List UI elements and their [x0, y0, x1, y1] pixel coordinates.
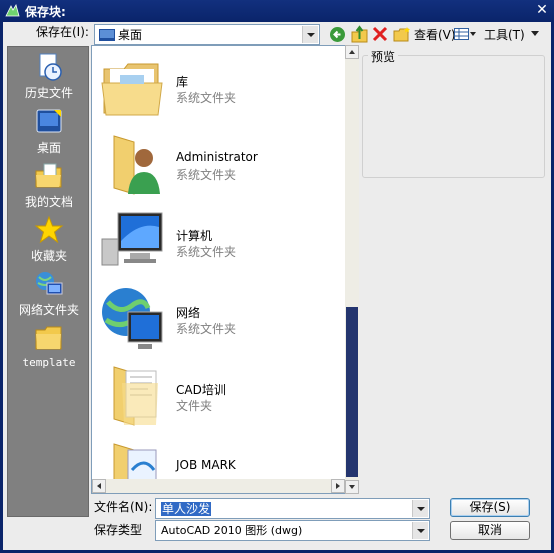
- view-grid-icon[interactable]: [454, 28, 476, 40]
- window-title: 保存块:: [25, 5, 66, 19]
- computer-icon: [101, 212, 163, 266]
- view-label: 查看(V): [414, 28, 456, 42]
- dialog-client: 保存在(I): 桌面 查看(V) 工具(T) 历史文件 桌面 我的文档 收藏夹 …: [3, 22, 551, 550]
- place-label-my-documents: 我的文档: [24, 195, 73, 209]
- tools-label: 工具(T): [484, 28, 525, 42]
- place-history[interactable]: 历史文件: [8, 52, 90, 102]
- new-folder-icon[interactable]: [393, 26, 411, 42]
- title-bar: 保存块: ✕: [0, 0, 554, 22]
- my-documents-icon: [35, 163, 62, 188]
- file-name: Administrator: [176, 150, 258, 164]
- list-item[interactable]: 网络 系统文件夹: [92, 282, 344, 359]
- folder-icon: [113, 366, 158, 426]
- scroll-down-icon[interactable]: [345, 480, 359, 494]
- places-bar: 历史文件 桌面 我的文档 收藏夹 网络文件夹 template: [7, 46, 89, 517]
- filetype-dropdown[interactable]: AutoCAD 2010 图形 (dwg): [155, 520, 430, 541]
- place-label-history: 历史文件: [24, 86, 73, 100]
- list-item[interactable]: Administrator 系统文件夹: [92, 128, 344, 205]
- filename-value: 单人沙发: [161, 502, 212, 516]
- chevron-down-icon[interactable]: [302, 26, 318, 43]
- tools-chevron-down-icon[interactable]: [531, 31, 539, 36]
- history-icon: [39, 53, 62, 81]
- place-my-documents[interactable]: 我的文档: [8, 161, 90, 211]
- desktop-icon: [36, 109, 62, 133]
- place-favorites[interactable]: 收藏夹: [8, 215, 90, 265]
- network-folder-icon: [36, 272, 63, 295]
- chevron-down-icon[interactable]: [412, 522, 428, 539]
- file-list[interactable]: 库 系统文件夹 Administrator 系统文件夹 计算机 系统文件夹 网络…: [91, 45, 359, 494]
- file-name: JOB MARK: [176, 458, 236, 472]
- list-item[interactable]: 库 系统文件夹: [92, 51, 344, 128]
- preview-panel: [362, 55, 545, 178]
- list-item[interactable]: CAD培训 文件夹: [92, 359, 344, 436]
- save-button[interactable]: 保存(S): [450, 498, 530, 517]
- filename-input[interactable]: 单人沙发: [155, 498, 430, 519]
- folder-icon: [35, 326, 62, 350]
- vertical-scrollbar[interactable]: [345, 45, 359, 494]
- file-name: 库: [176, 75, 189, 89]
- place-template[interactable]: template: [8, 324, 90, 374]
- cancel-button[interactable]: 取消: [450, 521, 530, 540]
- filename-label: 文件名(N):: [94, 500, 153, 514]
- place-label-template: template: [22, 356, 76, 369]
- file-name: 网络: [176, 306, 201, 320]
- library-icon: [101, 63, 163, 116]
- view-menu-button[interactable]: 查看(V): [414, 25, 456, 45]
- file-name: 计算机: [176, 229, 213, 243]
- favorites-star-icon: [34, 215, 64, 244]
- close-icon[interactable]: ✕: [534, 2, 550, 18]
- file-type: 系统文件夹: [176, 91, 237, 105]
- user-folder-icon: [113, 135, 160, 195]
- desktop-icon: [99, 29, 115, 41]
- file-type: 系统文件夹: [176, 322, 237, 336]
- chevron-down-icon[interactable]: [412, 500, 428, 517]
- network-icon: [102, 288, 163, 349]
- up-folder-icon[interactable]: [351, 25, 368, 43]
- save-in-label: 保存在(I):: [36, 25, 89, 39]
- file-type: 文件夹: [176, 399, 213, 413]
- place-desktop[interactable]: 桌面: [8, 107, 90, 157]
- scroll-left-icon[interactable]: [92, 479, 106, 493]
- place-network-folder[interactable]: 网络文件夹: [8, 269, 90, 319]
- preview-label: 预览: [368, 48, 399, 65]
- file-type: 系统文件夹: [176, 168, 237, 182]
- file-type: 系统文件夹: [176, 245, 237, 259]
- back-arrow-icon[interactable]: [329, 26, 346, 43]
- scroll-up-icon[interactable]: [345, 45, 359, 59]
- filetype-label: 保存类型: [94, 523, 143, 537]
- delete-icon[interactable]: [372, 26, 388, 42]
- list-item[interactable]: 计算机 系统文件夹: [92, 205, 344, 282]
- save-in-value: 桌面: [118, 28, 143, 42]
- place-label-network-folder: 网络文件夹: [18, 303, 79, 317]
- place-label-desktop: 桌面: [36, 141, 61, 155]
- tools-menu-button[interactable]: 工具(T): [484, 25, 525, 45]
- file-name: CAD培训: [176, 383, 226, 397]
- autocad-app-icon: [5, 4, 20, 17]
- horizontal-scrollbar[interactable]: [92, 479, 345, 493]
- scroll-thumb[interactable]: [346, 307, 358, 477]
- scroll-right-icon[interactable]: [331, 479, 345, 493]
- filetype-value: AutoCAD 2010 图形 (dwg): [161, 524, 303, 537]
- save-in-dropdown[interactable]: 桌面: [94, 24, 320, 45]
- place-label-favorites: 收藏夹: [30, 249, 67, 263]
